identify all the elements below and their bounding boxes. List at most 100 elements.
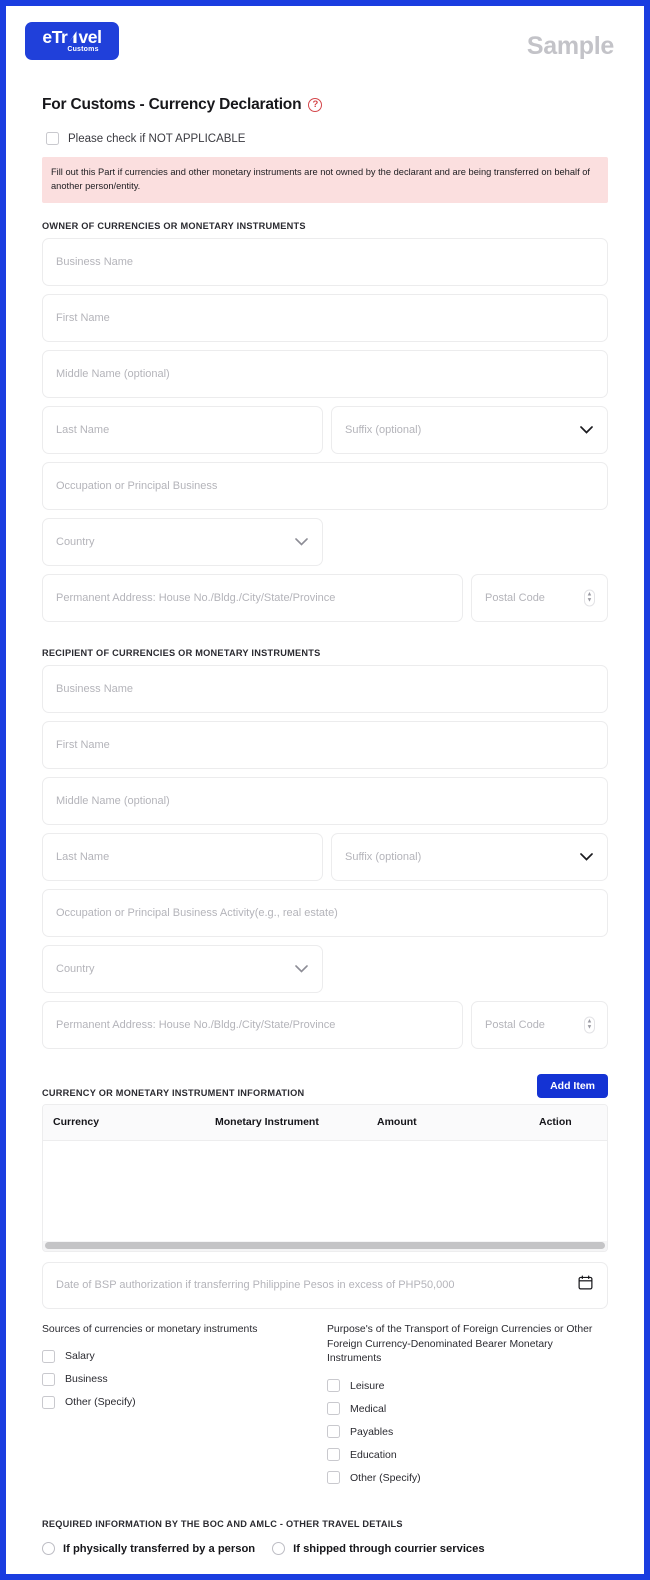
purposes-checkbox-leisure[interactable] — [327, 1379, 340, 1393]
recipient-business-name-placeholder: Business Name — [56, 682, 134, 695]
column-header-amount: Amount — [377, 1116, 417, 1129]
sources-checkbox-salary[interactable] — [42, 1349, 55, 1363]
recipient-postal-code-field[interactable]: Postal Code ▲ ▼ — [471, 1000, 608, 1049]
purposes-option-leisure[interactable]: Leisure — [327, 1374, 608, 1397]
purposes-option-payables[interactable]: Payables — [327, 1420, 608, 1443]
calendar-icon[interactable] — [578, 1275, 593, 1295]
bsp-authorization-date-field[interactable]: Date of BSP authorization if transferrin… — [42, 1261, 608, 1309]
radio-physically-transferred[interactable] — [42, 1542, 55, 1556]
owner-business-name-field[interactable]: Business Name — [42, 237, 608, 286]
sources-group: Sources of currencies or monetary instru… — [42, 1323, 327, 1489]
info-alert: Fill out this Part if currencies and oth… — [42, 157, 608, 203]
purposes-checkbox-payables[interactable] — [327, 1425, 340, 1439]
owner-last-name-field[interactable]: Last Name — [42, 405, 323, 454]
recipient-suffix-placeholder: Suffix (optional) — [345, 850, 422, 863]
owner-suffix-select[interactable]: Suffix (optional) — [331, 405, 608, 454]
recipient-middle-name-field[interactable]: Middle Name (optional) — [42, 776, 608, 825]
sources-checkbox-business[interactable] — [42, 1372, 55, 1386]
recipient-first-name-placeholder: First Name — [56, 738, 110, 751]
owner-postal-code-placeholder: Postal Code — [485, 591, 545, 604]
owner-country-select[interactable]: Country — [42, 517, 323, 566]
sources-option-other[interactable]: Other (Specify) — [42, 1391, 327, 1414]
owner-address-field[interactable]: Permanent Address: House No./Bldg./City/… — [42, 573, 463, 622]
scrollbar-thumb[interactable] — [45, 1242, 605, 1250]
chevron-down-icon[interactable] — [295, 533, 308, 551]
sources-title: Sources of currencies or monetary instru… — [42, 1323, 258, 1335]
page-frame: eTr vel Customs Sample For Customs - Cur… — [6, 6, 644, 1574]
purposes-label-education: Education — [350, 1448, 397, 1461]
sources-option-salary[interactable]: Salary — [42, 1345, 327, 1368]
recipient-business-name-field[interactable]: Business Name — [42, 664, 608, 713]
recipient-country-select[interactable]: Country — [42, 944, 323, 993]
sources-label-business: Business — [65, 1373, 108, 1386]
purposes-checkbox-other[interactable] — [327, 1471, 340, 1485]
page-title-text: For Customs - Currency Declaration — [42, 96, 302, 113]
add-item-button[interactable]: Add Item — [537, 1073, 608, 1098]
purposes-label-other: Other (Specify) — [350, 1471, 421, 1484]
page-title: For Customs - Currency Declaration ? — [42, 96, 608, 114]
owner-name-row: Last Name Suffix (optional) — [42, 405, 608, 462]
owner-postal-code-field[interactable]: Postal Code ▲ ▼ — [471, 573, 608, 622]
logo-wordmark: eTr vel — [42, 27, 102, 48]
owner-occupation-placeholder: Occupation or Principal Business — [56, 479, 218, 492]
owner-address-placeholder: Permanent Address: House No./Bldg./City/… — [56, 591, 336, 604]
stepper-down-icon[interactable]: ▼ — [587, 598, 593, 604]
checkbox-groups: Sources of currencies or monetary instru… — [42, 1323, 608, 1489]
radio-shipped-courier[interactable] — [272, 1542, 286, 1556]
recipient-address-row: Permanent Address: House No./Bldg./City/… — [42, 1000, 608, 1057]
currency-section-label: CURRENCY OR MONETARY INSTRUMENT INFORMAT… — [42, 1087, 305, 1098]
stepper-down-icon[interactable]: ▼ — [587, 1025, 593, 1031]
sample-watermark: Sample — [526, 32, 614, 60]
not-applicable-checkbox[interactable] — [46, 132, 59, 145]
recipient-address-field[interactable]: Permanent Address: House No./Bldg./City/… — [42, 1000, 463, 1049]
sources-option-business[interactable]: Business — [42, 1368, 327, 1391]
not-applicable-row[interactable]: Please check if NOT APPLICABLE — [42, 132, 608, 145]
owner-occupation-field[interactable]: Occupation or Principal Business — [42, 461, 608, 510]
radio-label-physically-transferred: If physically transferred by a person — [63, 1542, 256, 1555]
bsp-authorization-date-placeholder: Date of BSP authorization if transferrin… — [56, 1279, 455, 1292]
column-header-currency: Currency — [53, 1116, 100, 1129]
owner-address-row: Permanent Address: House No./Bldg./City/… — [42, 573, 608, 630]
number-stepper-icon[interactable]: ▲ ▼ — [584, 589, 595, 607]
chevron-down-icon[interactable] — [295, 960, 308, 978]
chevron-down-icon[interactable] — [580, 421, 593, 439]
app-header: eTr vel Customs Sample — [6, 6, 644, 82]
recipient-first-name-field[interactable]: First Name — [42, 720, 608, 769]
form-content: For Customs - Currency Declaration ? Ple… — [6, 96, 644, 1574]
recipient-section-label: RECIPIENT OF CURRENCIES OR MONETARY INST… — [42, 647, 321, 658]
owner-last-name-placeholder: Last Name — [56, 423, 110, 436]
purposes-group: Purpose's of the Transport of Foreign Cu… — [327, 1323, 608, 1489]
help-icon[interactable]: ? — [308, 98, 323, 112]
sources-label-salary: Salary — [65, 1350, 95, 1363]
recipient-suffix-select[interactable]: Suffix (optional) — [331, 832, 608, 881]
recipient-occupation-field[interactable]: Occupation or Principal Business Activit… — [42, 888, 608, 937]
purposes-option-medical[interactable]: Medical — [327, 1397, 608, 1420]
recipient-last-name-placeholder: Last Name — [56, 850, 110, 863]
owner-middle-name-field[interactable]: Middle Name (optional) — [42, 349, 608, 398]
sources-checkbox-other[interactable] — [42, 1395, 55, 1409]
logo-text-lead: eTr — [42, 27, 68, 47]
recipient-last-name-field[interactable]: Last Name — [42, 832, 323, 881]
purposes-label-medical: Medical — [350, 1402, 387, 1415]
recipient-name-row: Last Name Suffix (optional) — [42, 832, 608, 889]
chevron-down-icon[interactable] — [580, 848, 593, 866]
paper-plane-icon — [67, 30, 78, 48]
owner-section-label: OWNER OF CURRENCIES OR MONETARY INSTRUME… — [42, 220, 306, 231]
purposes-checkbox-education[interactable] — [327, 1448, 340, 1462]
currency-table-horizontal-scrollbar[interactable] — [43, 1240, 607, 1251]
column-header-monetary-instrument: Monetary Instrument — [215, 1116, 319, 1129]
currency-table: Currency Monetary Instrument Amount Acti… — [42, 1103, 608, 1252]
sources-label-other: Other (Specify) — [65, 1396, 136, 1409]
owner-first-name-field[interactable]: First Name — [42, 293, 608, 342]
purposes-option-other[interactable]: Other (Specify) — [327, 1466, 608, 1489]
recipient-occupation-placeholder: Occupation or Principal Business Activit… — [56, 906, 338, 919]
travel-details-label: REQUIRED INFORMATION BY THE BOC AND AMLC… — [42, 1519, 403, 1530]
purposes-checkbox-medical[interactable] — [327, 1402, 340, 1416]
number-stepper-icon[interactable]: ▲ ▼ — [584, 1016, 595, 1034]
purposes-label-payables: Payables — [350, 1425, 394, 1438]
radio-label-shipped-courier: If shipped through courrier services — [293, 1542, 485, 1555]
purposes-label-leisure: Leisure — [350, 1379, 385, 1392]
recipient-country-placeholder: Country — [56, 962, 95, 975]
purposes-option-education[interactable]: Education — [327, 1443, 608, 1466]
owner-suffix-placeholder: Suffix (optional) — [345, 423, 422, 436]
